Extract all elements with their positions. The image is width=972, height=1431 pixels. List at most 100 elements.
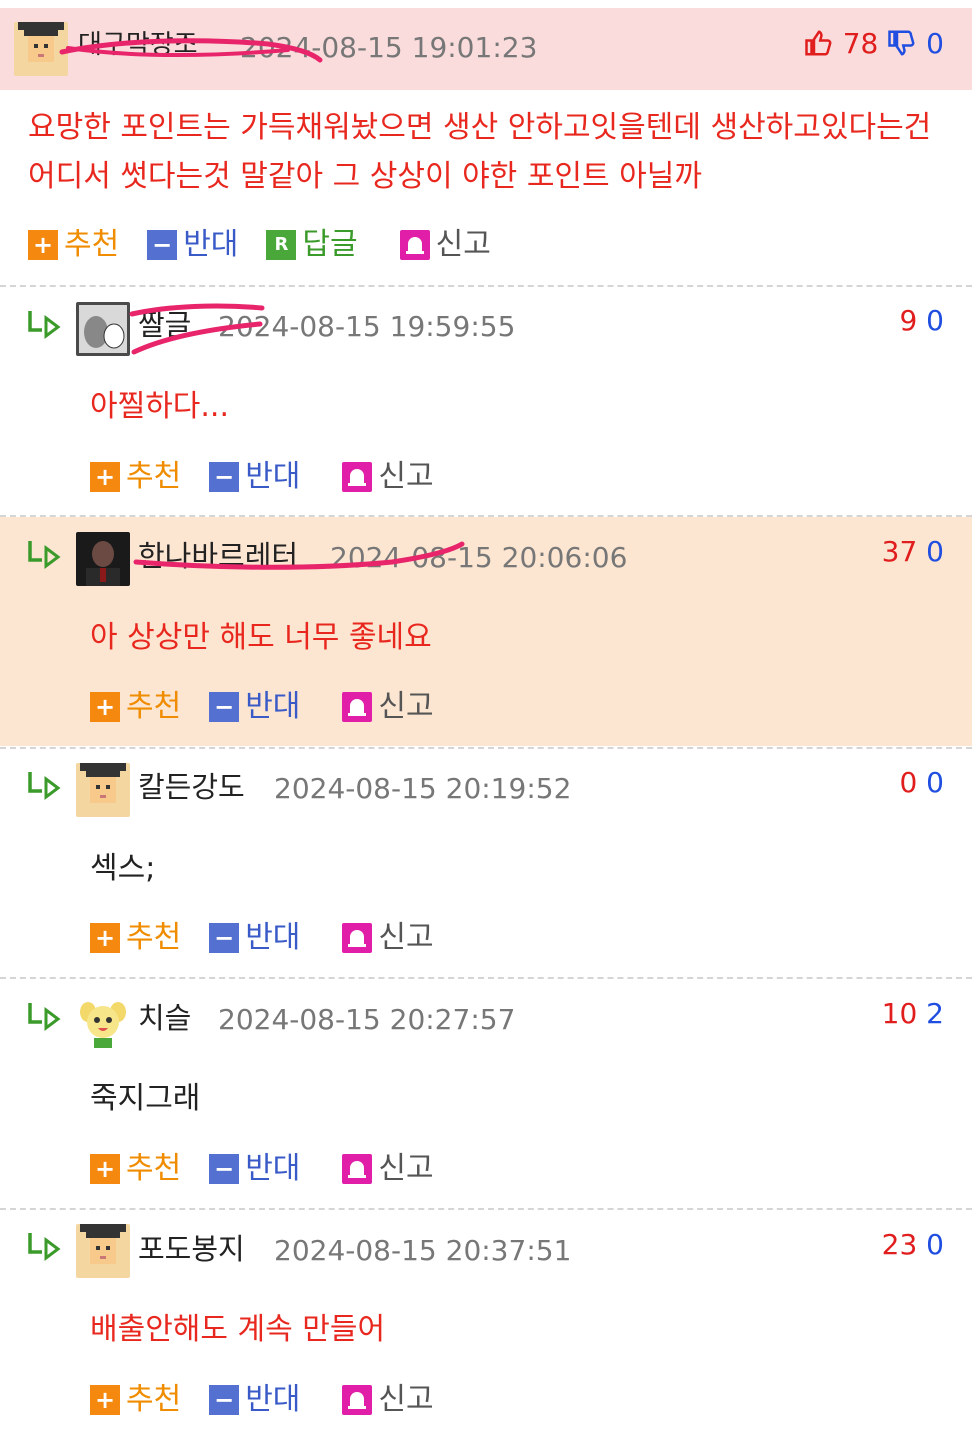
oppose-button[interactable]: − 반대	[209, 1385, 300, 1415]
comment-line: 요망한 포인트는 가득채워놨으면 생산 안하고잇을텐데 생산하고있다는건	[28, 110, 932, 145]
reply-arrow-icon	[28, 311, 61, 339]
avatar[interactable]	[76, 302, 130, 356]
plus-icon: +	[90, 1385, 120, 1415]
recommend-button[interactable]: + 추천	[90, 692, 181, 722]
oppose-button[interactable]: − 반대	[209, 1154, 300, 1184]
downvote-count: 0	[926, 766, 944, 799]
minus-icon: −	[209, 1154, 240, 1184]
plus-icon: +	[90, 692, 120, 722]
reply-icon: R	[266, 230, 297, 260]
timestamp: 2024-08-15 19:01:23	[240, 31, 538, 64]
reply-arrow-icon	[28, 541, 61, 569]
report-button[interactable]: 신고	[342, 459, 434, 494]
avatar[interactable]	[76, 1224, 130, 1278]
recommend-label: 추천	[126, 689, 182, 724]
report-button[interactable]: 신고	[342, 923, 434, 953]
comment-body: 배출안해도 계속 만들어	[90, 1312, 386, 1347]
report-button[interactable]: 신고	[342, 1151, 434, 1186]
report-button[interactable]: 신고	[399, 227, 491, 262]
report-button[interactable]: 신고	[342, 1382, 434, 1417]
recommend-label: 추천	[126, 459, 182, 494]
avatar[interactable]	[76, 763, 130, 817]
timestamp: 2024-08-15 20:19:52	[274, 772, 572, 805]
oppose-button[interactable]: − 반대	[209, 692, 300, 722]
nickname[interactable]: 짤글	[138, 311, 191, 340]
recommend-button[interactable]: + 추천	[90, 462, 181, 492]
recommend-button[interactable]: + 추천	[90, 1154, 181, 1184]
reply-arrow-icon	[28, 772, 61, 800]
vote-counts: 0 0	[899, 769, 944, 797]
minus-icon: −	[209, 1385, 240, 1415]
report-label: 신고	[378, 1382, 434, 1417]
oppose-button[interactable]: − 반대	[147, 230, 238, 260]
comment-actions: + 추천 − 반대 신고	[90, 462, 462, 492]
timestamp: 2024-08-15 20:27:57	[218, 1003, 516, 1036]
oppose-button[interactable]: − 반대	[209, 923, 300, 953]
downvote-count: 0	[926, 1228, 944, 1261]
plus-icon: +	[90, 462, 120, 492]
upvote-count: 9	[899, 304, 918, 337]
upvote-count: 10	[881, 997, 918, 1030]
siren-icon	[342, 692, 373, 722]
avatar[interactable]	[76, 532, 130, 586]
recommend-label: 추천	[126, 1382, 182, 1417]
recommend-label: 추천	[126, 920, 182, 955]
nickname[interactable]: 칼든강도	[138, 773, 245, 802]
minus-icon: −	[209, 923, 240, 953]
comment-actions: + 추천 − 반대 신고	[90, 923, 462, 953]
siren-icon	[342, 1154, 373, 1184]
nickname[interactable]: 치슬	[138, 1004, 191, 1033]
plus-icon: +	[90, 923, 120, 953]
divider	[0, 285, 972, 287]
nickname[interactable]: 한나바르레터	[138, 542, 298, 571]
comment-body: 아찔하다...	[90, 389, 230, 424]
recommend-label: 추천	[64, 227, 120, 262]
recommend-button[interactable]: + 추천	[90, 923, 181, 953]
upvote-count: 78	[842, 27, 879, 60]
reply-arrow-icon	[28, 1003, 61, 1031]
comment-body: 요망한 포인트는 가득채워놨으면 생산 안하고잇을텐데 생산하고있다는건 어디서…	[28, 103, 931, 201]
plus-icon: +	[28, 230, 58, 260]
report-label: 신고	[378, 459, 434, 494]
oppose-label: 반대	[183, 227, 239, 262]
comment-body: 죽지그래	[90, 1081, 201, 1116]
upvote-count: 37	[881, 535, 918, 568]
comment-actions: + 추천 − 반대 R 답글 신고	[28, 230, 519, 260]
siren-icon	[399, 230, 430, 260]
avatar[interactable]	[14, 22, 68, 76]
vote-counts: 78 0	[804, 28, 944, 58]
oppose-button[interactable]: − 반대	[209, 462, 300, 492]
minus-icon: −	[147, 230, 178, 260]
thumbs-down-icon[interactable]	[887, 27, 926, 60]
thumbs-up-icon[interactable]	[804, 27, 843, 60]
report-button[interactable]: 신고	[342, 689, 434, 724]
nickname[interactable]: 대구막장조	[78, 32, 198, 58]
downvote-count: 0	[926, 27, 944, 60]
report-label: 신고	[378, 689, 434, 724]
comment-actions: + 추천 − 반대 신고	[90, 692, 462, 722]
comment-line: 어디서 썻다는것 말같아 그 상상이 야한 포인트 아닐까	[28, 159, 702, 194]
plus-icon: +	[90, 1154, 120, 1184]
avatar[interactable]	[76, 994, 130, 1048]
reply-button[interactable]: R 답글	[266, 230, 358, 260]
siren-icon	[342, 462, 373, 492]
divider	[0, 1208, 972, 1210]
report-label: 신고	[378, 1151, 434, 1186]
comment-actions: + 추천 − 반대 신고	[90, 1385, 462, 1415]
recommend-label: 추천	[126, 1151, 182, 1186]
minus-icon: −	[209, 462, 240, 492]
divider	[0, 977, 972, 979]
oppose-label: 반대	[245, 1382, 301, 1417]
nickname[interactable]: 포도봉지	[138, 1235, 245, 1264]
upvote-count: 23	[881, 1228, 918, 1261]
comment-actions: + 추천 − 반대 신고	[90, 1154, 462, 1184]
vote-counts: 9 0	[899, 307, 944, 335]
vote-counts: 23 0	[882, 1231, 944, 1259]
siren-icon	[342, 923, 373, 953]
recommend-button[interactable]: + 추천	[28, 230, 119, 260]
recommend-button[interactable]: + 추천	[90, 1385, 181, 1415]
minus-icon: −	[209, 692, 240, 722]
oppose-label: 반대	[245, 920, 301, 955]
report-label: 신고	[435, 227, 491, 262]
timestamp: 2024-08-15 20:06:06	[330, 541, 628, 574]
